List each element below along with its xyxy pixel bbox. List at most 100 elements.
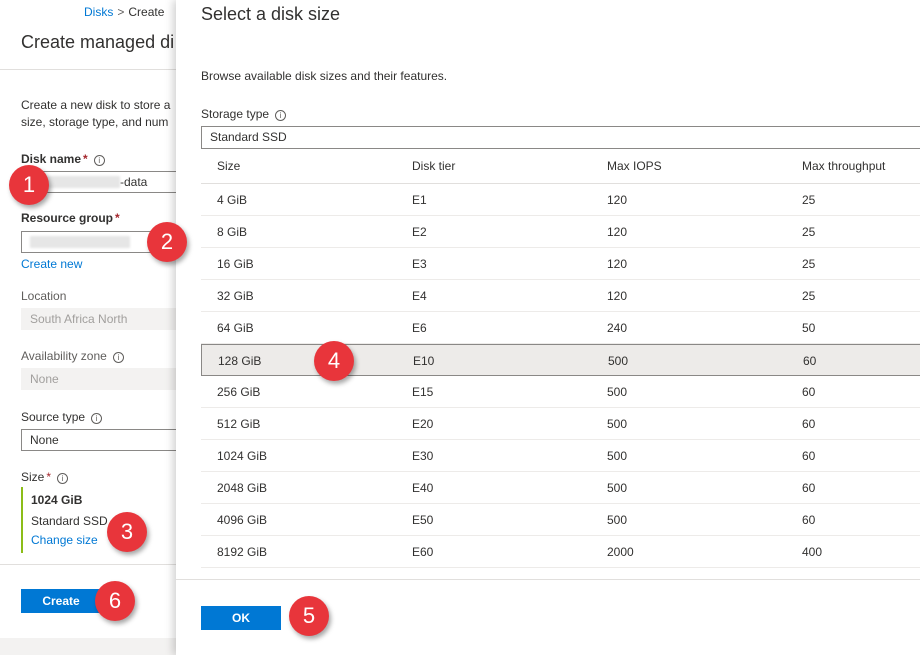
dialog-description: Browse available disk sizes and their fe… bbox=[201, 69, 448, 83]
cell-size: 256 GiB bbox=[217, 385, 261, 399]
cell-size: 2048 GiB bbox=[217, 481, 268, 495]
cell-max-iops: 500 bbox=[607, 417, 628, 431]
table-row[interactable]: 256 GiB E15 500 60 bbox=[201, 376, 920, 408]
column-header-max-throughput[interactable]: Max throughput bbox=[802, 159, 885, 173]
resource-group-label: Resource group * bbox=[21, 211, 120, 225]
step-badge-2: 2 bbox=[147, 222, 187, 262]
table-row[interactable]: 32 GiB E4 120 25 bbox=[201, 280, 920, 312]
cell-size: 128 GiB bbox=[218, 354, 262, 368]
disk-name-label: Disk name * i bbox=[21, 152, 105, 166]
cell-max-iops: 500 bbox=[607, 481, 628, 495]
select-disk-size-dialog: Select a disk size Browse available disk… bbox=[176, 0, 920, 655]
blade-title: Create managed di bbox=[21, 32, 175, 52]
step-badge-3: 3 bbox=[107, 512, 147, 552]
breadcrumb-separator: > bbox=[117, 5, 125, 19]
cell-max-throughput: 50 bbox=[802, 321, 816, 335]
availability-zone-select: None bbox=[21, 368, 181, 390]
cell-size: 64 GiB bbox=[217, 321, 254, 335]
source-type-label-text: Source type bbox=[21, 410, 86, 424]
cell-max-iops: 120 bbox=[607, 225, 628, 239]
column-header-max-iops[interactable]: Max IOPS bbox=[607, 159, 662, 173]
cell-disk-tier: E1 bbox=[412, 193, 427, 207]
table-row[interactable]: 16 GiB E3 120 25 bbox=[201, 248, 920, 280]
required-marker: * bbox=[115, 211, 120, 225]
cell-max-iops: 2000 bbox=[607, 545, 634, 559]
info-icon[interactable]: i bbox=[275, 110, 287, 121]
cell-max-throughput: 60 bbox=[803, 354, 817, 368]
table-row[interactable]: 4096 GiB E50 500 60 bbox=[201, 504, 920, 536]
location-label: Location bbox=[21, 289, 67, 303]
info-icon[interactable]: i bbox=[112, 352, 124, 363]
cell-max-iops: 240 bbox=[607, 321, 628, 335]
info-icon[interactable]: i bbox=[93, 155, 105, 166]
cell-max-throughput: 25 bbox=[802, 257, 816, 271]
create-new-resource-group-link[interactable]: Create new bbox=[21, 257, 82, 271]
column-header-disk-tier[interactable]: Disk tier bbox=[412, 159, 455, 173]
size-label: Size * i bbox=[21, 470, 69, 484]
cell-disk-tier: E4 bbox=[412, 289, 427, 303]
info-icon[interactable]: i bbox=[57, 473, 69, 484]
cell-size: 4096 GiB bbox=[217, 513, 268, 527]
create-button[interactable]: Create bbox=[21, 589, 101, 613]
step-badge-5: 5 bbox=[289, 596, 329, 636]
storage-type-label: Storage type i bbox=[201, 107, 287, 121]
cell-size: 1024 GiB bbox=[217, 449, 268, 463]
cell-max-throughput: 25 bbox=[802, 289, 816, 303]
source-type-select[interactable]: None bbox=[21, 429, 181, 451]
cell-max-iops: 120 bbox=[607, 289, 628, 303]
intro-line-2: size, storage type, and num bbox=[21, 115, 169, 129]
storage-type-select[interactable]: Standard SSD bbox=[201, 126, 920, 149]
cell-max-throughput: 60 bbox=[802, 385, 816, 399]
size-storage-type: Standard SSD bbox=[31, 514, 108, 528]
change-size-link[interactable]: Change size bbox=[31, 533, 98, 547]
breadcrumb-current: Create bbox=[128, 5, 165, 19]
cell-max-throughput: 60 bbox=[802, 481, 816, 495]
column-header-size[interactable]: Size bbox=[217, 159, 240, 173]
source-type-label: Source type i bbox=[21, 410, 103, 424]
table-header: Size Disk tier Max IOPS Max throughput bbox=[201, 150, 920, 184]
step-badge-6: 6 bbox=[95, 581, 135, 621]
table-row[interactable]: 8 GiB E2 120 25 bbox=[201, 216, 920, 248]
location-select: South Africa North bbox=[21, 308, 181, 330]
cell-max-throughput: 25 bbox=[802, 225, 816, 239]
cell-max-iops: 500 bbox=[607, 385, 628, 399]
resource-group-label-text: Resource group bbox=[21, 211, 114, 225]
cell-disk-tier: E40 bbox=[412, 481, 434, 495]
table-row[interactable]: 64 GiB E6 240 50 bbox=[201, 312, 920, 344]
size-label-text: Size bbox=[21, 470, 45, 484]
table-row[interactable]: 8192 GiB E60 2000 400 bbox=[201, 536, 920, 568]
step-badge-1: 1 bbox=[9, 165, 49, 205]
cell-max-throughput: 25 bbox=[802, 193, 816, 207]
cell-max-iops: 120 bbox=[607, 193, 628, 207]
cell-disk-tier: E20 bbox=[412, 417, 434, 431]
table-row[interactable]: 2048 GiB E40 500 60 bbox=[201, 472, 920, 504]
cell-disk-tier: E6 bbox=[412, 321, 427, 335]
disk-name-suffix: -data bbox=[120, 175, 148, 189]
intro-line-1: Create a new disk to store a bbox=[21, 98, 171, 112]
cell-size: 32 GiB bbox=[217, 289, 254, 303]
cell-max-throughput: 60 bbox=[802, 417, 816, 431]
cell-size: 4 GiB bbox=[217, 193, 248, 207]
required-marker: * bbox=[46, 470, 52, 484]
breadcrumb-disks-link[interactable]: Disks bbox=[84, 5, 113, 19]
info-icon[interactable]: i bbox=[91, 413, 103, 424]
cell-disk-tier: E50 bbox=[412, 513, 434, 527]
table-row[interactable]: 512 GiB E20 500 60 bbox=[201, 408, 920, 440]
cell-max-iops: 500 bbox=[607, 449, 628, 463]
cell-max-iops: 500 bbox=[608, 354, 629, 368]
size-summary: 1024 GiB Standard SSD Change size bbox=[21, 487, 181, 553]
required-marker: * bbox=[83, 152, 88, 166]
cell-disk-tier: E15 bbox=[412, 385, 434, 399]
intro-text: Create a new disk to store a size, stora… bbox=[21, 97, 181, 131]
table-row[interactable]: 4 GiB E1 120 25 bbox=[201, 184, 920, 216]
cell-disk-tier: E10 bbox=[413, 354, 435, 368]
disk-size-table: Size Disk tier Max IOPS Max throughput 4… bbox=[201, 150, 920, 580]
ok-button[interactable]: OK bbox=[201, 606, 281, 630]
create-disk-blade: Disks > Create Create managed di Create a … bbox=[0, 0, 181, 655]
table-row[interactable]: 128 GiB E10 500 60 bbox=[201, 344, 920, 376]
cell-disk-tier: E30 bbox=[412, 449, 434, 463]
size-value: 1024 GiB bbox=[31, 493, 83, 507]
cell-size: 512 GiB bbox=[217, 417, 261, 431]
table-row[interactable]: 1024 GiB E30 500 60 bbox=[201, 440, 920, 472]
cell-disk-tier: E3 bbox=[412, 257, 427, 271]
